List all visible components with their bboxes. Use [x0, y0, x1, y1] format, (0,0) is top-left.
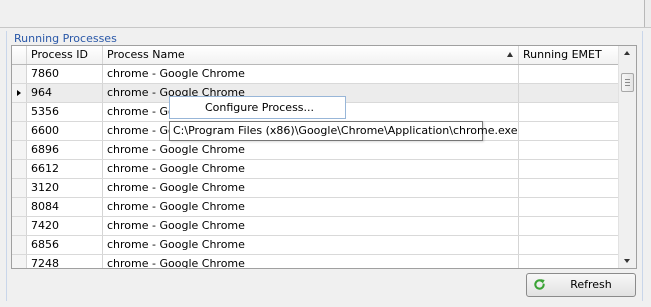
vertical-scrollbar[interactable] [618, 46, 636, 268]
row-header[interactable] [12, 179, 27, 197]
table-row[interactable]: 3120 chrome - Google Chrome [12, 179, 619, 198]
cell-process-name[interactable]: chrome - Google Chrome [103, 179, 519, 197]
group-title: Running Processes [14, 32, 117, 45]
cell-process-name[interactable]: chrome - Google Chrome [103, 236, 519, 254]
cell-running-emet[interactable] [519, 103, 619, 121]
sort-ascending-icon [507, 52, 513, 57]
row-header[interactable] [12, 84, 27, 102]
row-header[interactable] [12, 122, 27, 140]
current-row-arrow-icon [17, 90, 21, 96]
cell-process-name[interactable]: chrome - Google Chrome [103, 160, 519, 178]
row-header[interactable] [12, 217, 27, 235]
refresh-button-label: Refresh [570, 278, 612, 291]
cell-process-name[interactable]: chrome - Google Chrome [103, 198, 519, 216]
cell-running-emet[interactable] [519, 217, 619, 235]
table-row[interactable]: 7860 chrome - Google Chrome [12, 65, 619, 84]
row-header[interactable] [12, 198, 27, 216]
row-header[interactable] [12, 141, 27, 159]
row-header[interactable] [12, 65, 27, 83]
context-menu: Configure Process... [169, 96, 346, 119]
cell-process-id[interactable]: 3120 [27, 179, 103, 197]
refresh-icon [534, 279, 545, 290]
cell-running-emet[interactable] [519, 141, 619, 159]
column-header-process-id[interactable]: Process ID [27, 46, 103, 64]
table-row[interactable]: 7248 chrome - Google Chrome [12, 255, 619, 268]
table-row[interactable]: 6896 chrome - Google Chrome [12, 141, 619, 160]
cell-process-name[interactable]: chrome - Google Chrome [103, 141, 519, 159]
row-header-corner [12, 46, 27, 64]
cell-process-id[interactable]: 6856 [27, 236, 103, 254]
top-toolbar-area [0, 0, 651, 28]
cell-process-name[interactable]: chrome - Google Chrome [103, 65, 519, 83]
process-path-tooltip: C:\Program Files (x86)\Google\Chrome\App… [169, 121, 517, 141]
cell-process-id[interactable]: 6896 [27, 141, 103, 159]
table-row[interactable]: 8084 chrome - Google Chrome [12, 198, 619, 217]
cell-process-id[interactable]: 8084 [27, 198, 103, 216]
window-edge [644, 0, 651, 27]
cell-running-emet[interactable] [519, 84, 619, 102]
cell-process-id[interactable]: 6600 [27, 122, 103, 140]
cell-running-emet[interactable] [519, 236, 619, 254]
cell-running-emet[interactable] [519, 122, 619, 140]
refresh-button[interactable]: Refresh [526, 273, 636, 297]
process-grid[interactable]: Process ID Process Name Running EMET 786… [11, 45, 637, 269]
scroll-up-icon[interactable] [624, 51, 630, 55]
table-row[interactable]: 6612 chrome - Google Chrome [12, 160, 619, 179]
column-header-process-name[interactable]: Process Name [103, 46, 519, 64]
table-row[interactable]: 7420 chrome - Google Chrome [12, 217, 619, 236]
cell-process-name[interactable]: chrome - Google Chrome [103, 217, 519, 235]
row-header[interactable] [12, 160, 27, 178]
menu-item-configure-process[interactable]: Configure Process... [172, 99, 343, 116]
cell-running-emet[interactable] [519, 198, 619, 216]
cell-running-emet[interactable] [519, 179, 619, 197]
column-header-running-emet[interactable]: Running EMET [519, 46, 619, 64]
cell-process-id[interactable]: 964 [27, 84, 103, 102]
table-row[interactable]: 6856 chrome - Google Chrome [12, 236, 619, 255]
row-header[interactable] [12, 236, 27, 254]
cell-process-id[interactable]: 5356 [27, 103, 103, 121]
grid-header: Process ID Process Name Running EMET [12, 46, 619, 65]
cell-process-id[interactable]: 7420 [27, 217, 103, 235]
row-header[interactable] [12, 255, 27, 268]
cell-process-name[interactable]: chrome - Google Chrome [103, 255, 519, 268]
cell-process-id[interactable]: 7248 [27, 255, 103, 268]
cell-process-id[interactable]: 7860 [27, 65, 103, 83]
column-header-process-name-label: Process Name [107, 48, 185, 61]
cell-running-emet[interactable] [519, 255, 619, 268]
cell-process-id[interactable]: 6612 [27, 160, 103, 178]
row-header[interactable] [12, 103, 27, 121]
cell-running-emet[interactable] [519, 65, 619, 83]
cell-running-emet[interactable] [519, 160, 619, 178]
scroll-down-icon[interactable] [624, 259, 630, 263]
scroll-thumb[interactable] [621, 73, 634, 92]
